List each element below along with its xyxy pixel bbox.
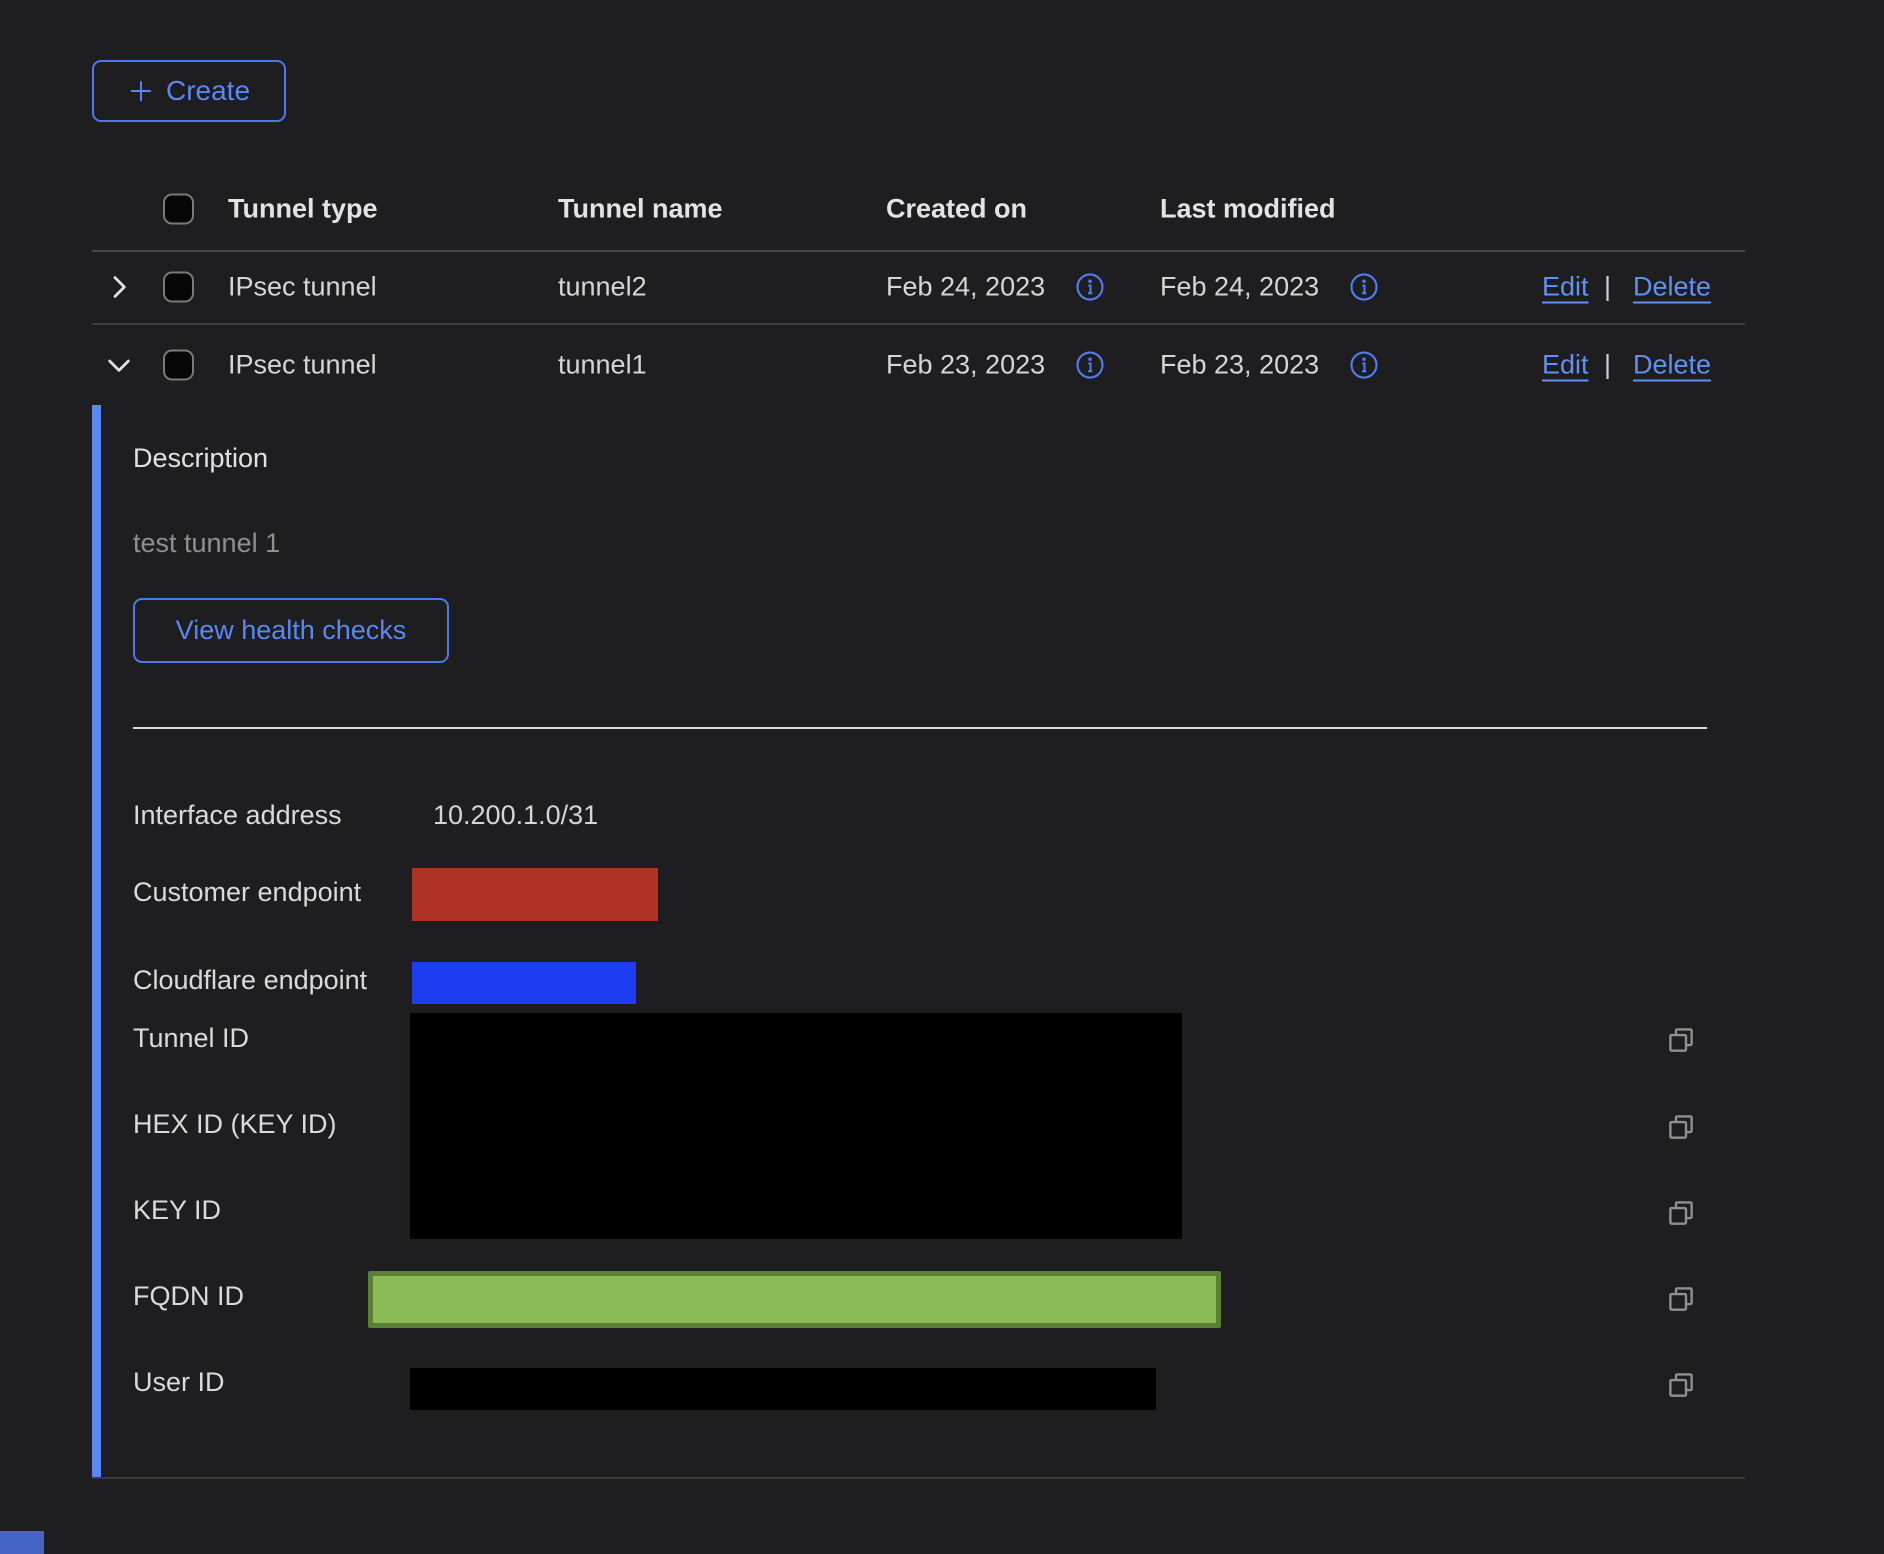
info-icon[interactable] [1075, 272, 1105, 302]
column-header-last-modified: Last modified [1160, 194, 1336, 225]
create-button-label: Create [166, 75, 250, 107]
expanded-row-indicator-bar [92, 405, 101, 1478]
table-row-tunnel1: IPsec tunnel tunnel1 Feb 23, 2023 Feb 23… [92, 325, 1745, 405]
column-header-tunnel-type: Tunnel type [228, 194, 378, 225]
row-checkbox[interactable] [163, 271, 194, 302]
last-modified-cell: Feb 24, 2023 [1160, 271, 1319, 302]
section-divider [133, 727, 1707, 729]
cloudflare-endpoint-label: Cloudflare endpoint [133, 965, 367, 996]
user-id-label: User ID [133, 1367, 225, 1398]
edit-link[interactable]: Edit [1542, 350, 1589, 381]
chevron-down-icon[interactable] [103, 349, 135, 381]
tunnel-id-label: Tunnel ID [133, 1023, 249, 1054]
select-all-checkbox[interactable] [163, 194, 194, 225]
ids-redaction-block [410, 1013, 1182, 1239]
bottom-left-accent [0, 1531, 44, 1554]
delete-link[interactable]: Delete [1633, 350, 1711, 381]
column-header-tunnel-name: Tunnel name [558, 194, 723, 225]
interface-address-value: 10.200.1.0/31 [433, 800, 598, 831]
action-separator: | [1604, 271, 1611, 302]
cloudflare-endpoint-redaction [412, 962, 636, 1004]
customer-endpoint-redaction [412, 868, 658, 921]
table-row-tunnel2: IPsec tunnel tunnel2 Feb 24, 2023 Feb 24… [92, 250, 1745, 325]
copy-icon[interactable] [1666, 1198, 1696, 1228]
column-header-created-on: Created on [886, 194, 1027, 225]
plus-icon [128, 78, 154, 104]
tunnel-type-cell: IPsec tunnel [228, 350, 377, 381]
table-header-row: Tunnel type Tunnel name Created on Last … [92, 168, 1745, 252]
action-separator: | [1604, 350, 1611, 381]
tunnel-name-cell: tunnel1 [558, 350, 647, 381]
user-id-redaction [410, 1368, 1156, 1410]
chevron-right-icon[interactable] [103, 271, 135, 303]
tunnel-type-cell: IPsec tunnel [228, 271, 377, 302]
fqdn-id-label: FQDN ID [133, 1281, 244, 1312]
copy-icon[interactable] [1666, 1025, 1696, 1055]
ipsec-tunnels-page: Create Tunnel type Tunnel name Created o… [0, 0, 1884, 1554]
info-icon[interactable] [1349, 350, 1379, 380]
last-modified-cell: Feb 23, 2023 [1160, 350, 1319, 381]
description-value: test tunnel 1 [133, 528, 280, 559]
created-on-cell: Feb 23, 2023 [886, 350, 1045, 381]
table-bottom-border [92, 1477, 1745, 1479]
create-button[interactable]: Create [92, 60, 286, 122]
view-health-checks-button[interactable]: View health checks [133, 598, 449, 663]
tunnel-name-cell: tunnel2 [558, 271, 647, 302]
delete-link[interactable]: Delete [1633, 271, 1711, 302]
row-checkbox[interactable] [163, 350, 194, 381]
interface-address-label: Interface address [133, 800, 342, 831]
info-icon[interactable] [1075, 350, 1105, 380]
key-id-label: KEY ID [133, 1195, 221, 1226]
customer-endpoint-label: Customer endpoint [133, 877, 361, 908]
description-label: Description [133, 443, 268, 474]
created-on-cell: Feb 24, 2023 [886, 271, 1045, 302]
info-icon[interactable] [1349, 272, 1379, 302]
copy-icon[interactable] [1666, 1284, 1696, 1314]
fqdn-id-redaction [368, 1271, 1221, 1328]
copy-icon[interactable] [1666, 1370, 1696, 1400]
edit-link[interactable]: Edit [1542, 271, 1589, 302]
hex-id-label: HEX ID (KEY ID) [133, 1109, 337, 1140]
copy-icon[interactable] [1666, 1112, 1696, 1142]
